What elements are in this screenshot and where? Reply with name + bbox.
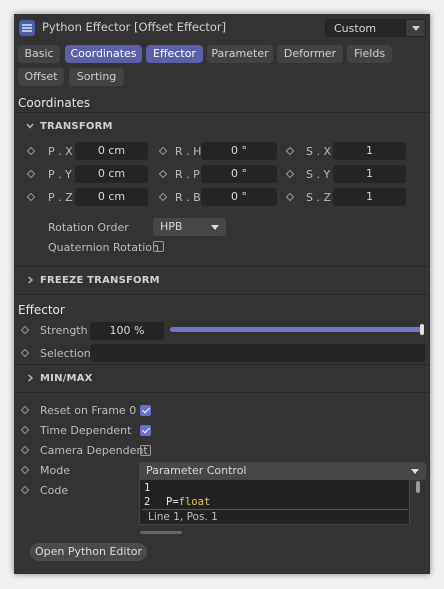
transform-label: P . Z — [48, 191, 73, 204]
transform-value-field[interactable]: 1 — [333, 188, 406, 206]
strength-field[interactable]: 100 % — [90, 322, 164, 340]
reset-on-frame-label: Reset on Frame 0 — [40, 404, 137, 417]
transform-value-field[interactable]: 0 cm — [75, 165, 148, 183]
line-number: 1 — [144, 482, 151, 494]
code-scrollbar[interactable] — [416, 481, 420, 493]
mode-value: Parameter Control — [146, 464, 247, 477]
transform-label: R . B — [175, 191, 201, 204]
chevron-down-icon — [411, 469, 419, 474]
keyframe-diamond-icon[interactable] — [285, 146, 295, 156]
transform-value-field[interactable]: 0 cm — [75, 188, 148, 206]
transform-group-header[interactable]: TRANSFORM — [40, 121, 113, 132]
line-number: 2 — [144, 496, 151, 508]
transform-value-field[interactable]: 0 ° — [201, 142, 277, 160]
keyframe-diamond-icon[interactable] — [26, 192, 36, 202]
keyframe-diamond-icon[interactable] — [20, 348, 30, 358]
code-editor[interactable]: 1 2 P=float Line 1, Pos. 1 — [139, 479, 410, 525]
transform-value-field[interactable]: 1 — [333, 165, 406, 183]
keyframe-diamond-icon[interactable] — [285, 192, 295, 202]
keyframe-diamond-icon[interactable] — [26, 169, 36, 179]
divider — [14, 266, 430, 267]
keyframe-diamond-icon[interactable] — [158, 192, 168, 202]
code-line: P=float — [166, 496, 210, 508]
keyframe-diamond-icon[interactable] — [158, 146, 168, 156]
selection-field[interactable] — [90, 344, 425, 362]
keyframe-diamond-icon[interactable] — [20, 465, 30, 475]
attribute-manager-panel: Python Effector [Offset Effector] Custom… — [14, 14, 430, 574]
tab-parameter[interactable]: Parameter — [207, 45, 273, 63]
code-keyword: float — [178, 496, 211, 508]
chevron-down-icon — [211, 225, 219, 230]
horizontal-scrollbar[interactable] — [140, 531, 182, 534]
transform-label: P . X — [48, 145, 73, 158]
rotation-order-value: HPB — [160, 220, 183, 233]
transform-value-field[interactable]: 0 ° — [201, 188, 277, 206]
transform-label: S . X — [306, 145, 332, 158]
tab-sorting[interactable]: Sorting — [69, 68, 124, 86]
keyframe-diamond-icon[interactable] — [158, 169, 168, 179]
time-dependent-label: Time Dependent — [40, 424, 132, 437]
keyframe-diamond-icon[interactable] — [26, 146, 36, 156]
transform-label: S . Z — [306, 191, 332, 204]
tab-basic[interactable]: Basic — [18, 45, 60, 63]
transform-value-field[interactable]: 1 — [333, 142, 406, 160]
tab-offset[interactable]: Offset — [18, 68, 64, 86]
mode-label: Mode — [40, 464, 70, 477]
preset-dropdown[interactable]: Custom — [325, 19, 405, 37]
time-dependent-checkbox[interactable] — [140, 425, 151, 436]
keyframe-diamond-icon[interactable] — [20, 405, 30, 415]
divider — [14, 112, 430, 113]
rotation-order-label: Rotation Order — [48, 221, 129, 234]
transform-label: R . H — [175, 145, 202, 158]
keyframe-diamond-icon[interactable] — [20, 485, 30, 495]
tab-deformer[interactable]: Deformer — [277, 45, 343, 63]
camera-dependent-checkbox[interactable] — [140, 445, 151, 456]
divider — [14, 364, 430, 365]
transform-value-field[interactable]: 0 cm — [75, 142, 148, 160]
keyframe-diamond-icon[interactable] — [285, 169, 295, 179]
strength-label: Strength — [40, 324, 88, 337]
reset-on-frame-checkbox[interactable] — [140, 405, 151, 416]
coordinates-heading: Coordinates — [18, 96, 91, 110]
tab-coordinates[interactable]: Coordinates — [65, 45, 142, 63]
camera-dependent-label: Camera Dependent — [40, 444, 148, 457]
divider — [142, 509, 408, 510]
selection-label: Selection — [40, 347, 91, 360]
rotation-order-dropdown[interactable]: HPB — [153, 218, 226, 236]
transform-label: P . Y — [48, 168, 72, 181]
effector-heading: Effector — [18, 303, 65, 317]
python-effector-icon — [19, 20, 35, 36]
divider — [14, 294, 430, 295]
chevron-right-icon[interactable] — [25, 373, 35, 383]
open-python-editor-button[interactable]: Open Python Editor — [30, 543, 147, 561]
transform-label: R . P — [175, 168, 200, 181]
strength-slider-fill — [170, 327, 423, 332]
strength-slider-handle[interactable] — [420, 324, 424, 335]
keyframe-diamond-icon[interactable] — [20, 425, 30, 435]
preset-dropdown-button[interactable] — [405, 19, 426, 37]
object-title: Python Effector [Offset Effector] — [42, 20, 227, 34]
transform-value-field[interactable]: 0 ° — [201, 165, 277, 183]
tab-effector[interactable]: Effector — [146, 45, 203, 63]
quaternion-rotation-checkbox[interactable] — [153, 241, 164, 252]
keyframe-diamond-icon[interactable] — [20, 445, 30, 455]
chevron-down-icon[interactable] — [25, 121, 35, 131]
keyframe-diamond-icon[interactable] — [20, 325, 30, 335]
cursor-position-status: Line 1, Pos. 1 — [148, 511, 218, 523]
freeze-transform-group-header[interactable]: FREEZE TRANSFORM — [40, 275, 160, 286]
tab-fields[interactable]: Fields — [347, 45, 392, 63]
quaternion-rotation-label: Quaternion Rotation — [48, 241, 160, 254]
mode-dropdown[interactable]: Parameter Control — [139, 462, 426, 480]
strength-slider-track[interactable] — [170, 327, 423, 332]
minmax-group-header[interactable]: MIN/MAX — [40, 373, 93, 384]
divider — [14, 392, 430, 393]
chevron-right-icon[interactable] — [25, 275, 35, 285]
code-label: Code — [40, 484, 69, 497]
code-text: P= — [166, 496, 179, 508]
transform-label: S . Y — [306, 168, 331, 181]
